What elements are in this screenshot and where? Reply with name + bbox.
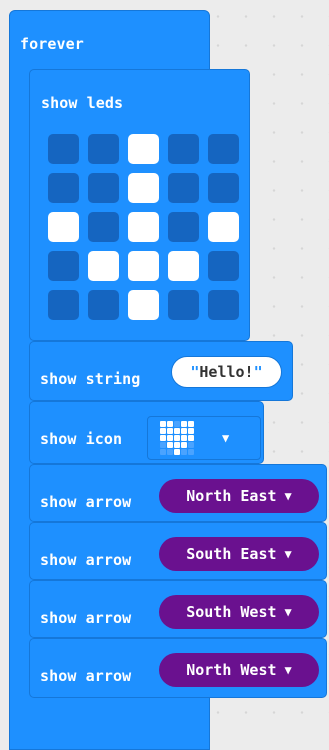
led-cell[interactable] [128,212,159,242]
icon-pixel [181,449,187,455]
icon-pixel [160,435,166,441]
led-grid [48,134,239,320]
led-cell[interactable] [48,212,79,242]
icon-pixel [167,421,173,427]
led-cell[interactable] [168,290,199,320]
show-arrow-label: show arrow [40,667,132,685]
show-leds-block[interactable]: show leds [29,69,250,341]
arrow-direction-dropdown[interactable]: South West ▼ [159,595,319,629]
arrow-direction-dropdown[interactable]: North East ▼ [159,479,319,513]
led-cell[interactable] [128,134,159,164]
icon-pixel [188,435,194,441]
show-arrow-block-3[interactable]: show arrow South West ▼ [29,580,327,638]
icon-pixel [160,442,166,448]
string-value: Hello! [199,363,254,381]
heart-icon [160,421,194,455]
led-cell[interactable] [48,290,79,320]
icon-pixel [188,449,194,455]
icon-pixel [167,442,173,448]
chevron-down-icon: ▼ [284,663,292,677]
icon-pixel [174,442,180,448]
led-cell[interactable] [208,251,239,281]
icon-pixel [181,442,187,448]
icon-pixel [174,435,180,441]
show-icon-label: show icon [40,430,123,448]
led-cell[interactable] [88,290,119,320]
arrow-direction-dropdown[interactable]: South East ▼ [159,537,319,571]
show-leds-label: show leds [41,94,124,112]
icon-dropdown[interactable]: ▼ [147,416,261,460]
chevron-down-icon: ▼ [222,431,230,445]
icon-pixel [160,428,166,434]
led-cell[interactable] [168,173,199,203]
chevron-down-icon: ▼ [284,489,292,503]
icon-pixel [188,421,194,427]
arrow-direction-value: South West [186,603,277,621]
icon-pixel [160,449,166,455]
led-cell[interactable] [88,212,119,242]
led-cell[interactable] [168,251,199,281]
show-string-label: show string [40,370,141,388]
show-arrow-label: show arrow [40,551,132,569]
icon-pixel [181,435,187,441]
arrow-direction-value: North West [186,661,277,679]
led-cell[interactable] [88,134,119,164]
led-cell[interactable] [168,134,199,164]
icon-pixel [160,421,166,427]
led-cell[interactable] [128,173,159,203]
led-cell[interactable] [128,251,159,281]
led-cell[interactable] [208,134,239,164]
icon-pixel [167,435,173,441]
led-cell[interactable] [48,134,79,164]
chevron-down-icon: ▼ [284,547,292,561]
show-arrow-block-2[interactable]: show arrow South East ▼ [29,522,327,580]
icon-pixel [188,442,194,448]
led-cell[interactable] [88,251,119,281]
arrow-direction-dropdown[interactable]: North West ▼ [159,653,319,687]
show-icon-block[interactable]: show icon ▼ [29,401,264,464]
icon-pixel [167,449,173,455]
show-arrow-label: show arrow [40,493,132,511]
show-arrow-label: show arrow [40,609,132,627]
led-cell[interactable] [48,173,79,203]
icon-pixel [181,428,187,434]
string-input[interactable]: " Hello! " [171,356,282,388]
arrow-direction-value: South East [186,545,277,563]
icon-pixel [181,421,187,427]
icon-pixel [174,421,180,427]
led-cell[interactable] [88,173,119,203]
icon-pixel [167,428,173,434]
quote-close: " [253,363,263,381]
arrow-direction-value: North East [186,487,277,505]
icon-pixel [174,449,180,455]
icon-pixel [174,428,180,434]
show-string-block[interactable]: show string " Hello! " [29,341,293,401]
icon-pixel [188,428,194,434]
led-cell[interactable] [208,173,239,203]
led-cell[interactable] [208,212,239,242]
forever-label: forever [20,35,84,53]
led-cell[interactable] [168,212,199,242]
quote-open: " [190,363,200,381]
show-arrow-block-1[interactable]: show arrow North East ▼ [29,464,327,522]
led-cell[interactable] [128,290,159,320]
chevron-down-icon: ▼ [284,605,292,619]
led-cell[interactable] [208,290,239,320]
show-arrow-block-4[interactable]: show arrow North West ▼ [29,638,327,698]
led-cell[interactable] [48,251,79,281]
